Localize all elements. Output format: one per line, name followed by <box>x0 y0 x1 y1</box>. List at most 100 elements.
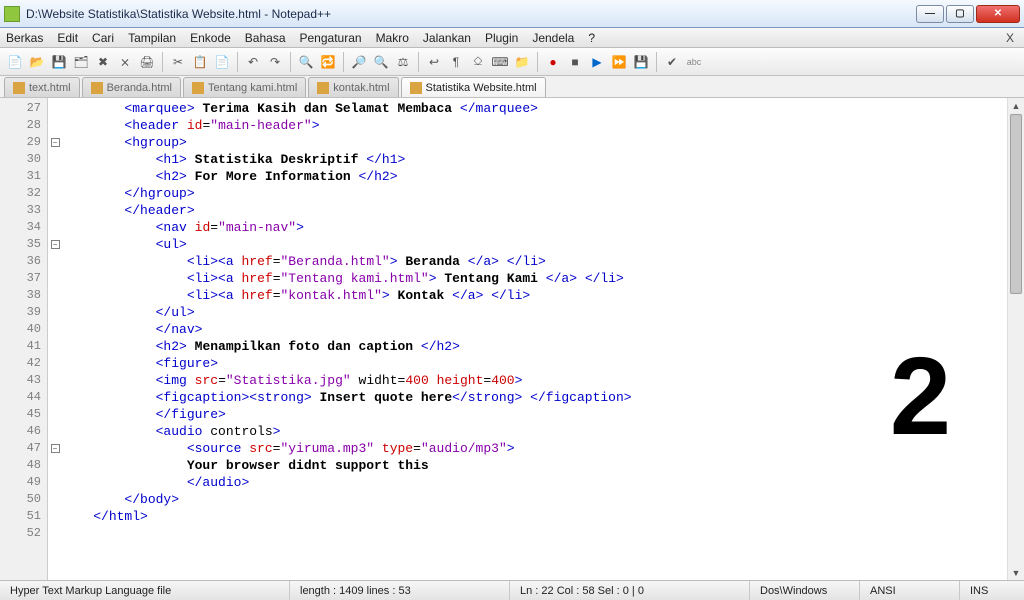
fold-marker[interactable] <box>48 185 62 202</box>
code-line[interactable]: </nav> <box>62 321 1007 338</box>
code-line[interactable]: </ul> <box>62 304 1007 321</box>
open-file-icon[interactable]: 📂 <box>27 52 47 72</box>
code-line[interactable]: <figure> <box>62 355 1007 372</box>
tab-tentang[interactable]: Tentang kami.html <box>183 77 306 97</box>
code-line[interactable]: </html> <box>62 508 1007 525</box>
fold-marker[interactable] <box>48 151 62 168</box>
code-line[interactable]: <ul> <box>62 236 1007 253</box>
new-file-icon[interactable]: 📄 <box>5 52 25 72</box>
close-all-icon[interactable]: ⨯ <box>115 52 135 72</box>
fold-marker[interactable] <box>48 219 62 236</box>
user-lang-icon[interactable]: ⌨ <box>490 52 510 72</box>
menu-cari[interactable]: Cari <box>92 31 114 45</box>
undo-icon[interactable]: ↶ <box>243 52 263 72</box>
copy-icon[interactable]: 📋 <box>190 52 210 72</box>
fold-marker[interactable] <box>48 202 62 219</box>
zoom-in-icon[interactable]: 🔎 <box>349 52 369 72</box>
code-line[interactable]: <li><a href="kontak.html"> Kontak </a> <… <box>62 287 1007 304</box>
redo-icon[interactable]: ↷ <box>265 52 285 72</box>
indent-guide-icon[interactable]: ⎐ <box>468 52 488 72</box>
code-line[interactable]: <h1> Statistika Deskriptif </h1> <box>62 151 1007 168</box>
fold-marker[interactable] <box>48 355 62 372</box>
code-line[interactable]: <nav id="main-nav"> <box>62 219 1007 236</box>
fold-marker[interactable] <box>48 304 62 321</box>
code-line[interactable]: <hgroup> <box>62 134 1007 151</box>
menu-enkode[interactable]: Enkode <box>190 31 231 45</box>
code-line[interactable]: <img src="Statistika.jpg" widht=400 heig… <box>62 372 1007 389</box>
tab-beranda[interactable]: Beranda.html <box>82 77 181 97</box>
scroll-down-icon[interactable]: ▼ <box>1008 565 1024 580</box>
fold-marker[interactable] <box>48 338 62 355</box>
save-all-icon[interactable]: 🗂 <box>71 52 91 72</box>
print-icon[interactable]: 🖨 <box>137 52 157 72</box>
fold-marker[interactable] <box>48 406 62 423</box>
save-icon[interactable]: 💾 <box>49 52 69 72</box>
replace-icon[interactable]: 🔁 <box>318 52 338 72</box>
tab-statistika[interactable]: Statistika Website.html <box>401 77 546 97</box>
spell-icon[interactable]: ✔ <box>662 52 682 72</box>
save-macro-icon[interactable]: 💾 <box>631 52 651 72</box>
tab-kontak[interactable]: kontak.html <box>308 77 398 97</box>
fold-marker[interactable] <box>48 100 62 117</box>
code-line[interactable]: <li><a href="Tentang kami.html"> Tentang… <box>62 270 1007 287</box>
code-line[interactable] <box>62 525 1007 542</box>
code-line[interactable]: </body> <box>62 491 1007 508</box>
close-button[interactable]: ✕ <box>976 5 1020 23</box>
menu-makro[interactable]: Makro <box>376 31 409 45</box>
code-line[interactable]: <li><a href="Beranda.html"> Beranda </a>… <box>62 253 1007 270</box>
fold-marker[interactable]: − <box>48 236 62 253</box>
word-wrap-icon[interactable]: ↩ <box>424 52 444 72</box>
close-file-icon[interactable]: ✖ <box>93 52 113 72</box>
vertical-scrollbar[interactable]: ▲ ▼ <box>1007 98 1024 580</box>
paste-icon[interactable]: 📄 <box>212 52 232 72</box>
record-macro-icon[interactable]: ● <box>543 52 563 72</box>
menu-plugin[interactable]: Plugin <box>485 31 518 45</box>
code-line[interactable]: <h2> For More Information </h2> <box>62 168 1007 185</box>
fold-marker[interactable] <box>48 321 62 338</box>
code-line[interactable]: </header> <box>62 202 1007 219</box>
fold-marker[interactable]: − <box>48 134 62 151</box>
fold-marker[interactable] <box>48 287 62 304</box>
fold-marker[interactable] <box>48 270 62 287</box>
spell2-icon[interactable]: abc <box>684 52 704 72</box>
folder-icon[interactable]: 📁 <box>512 52 532 72</box>
menu-edit[interactable]: Edit <box>57 31 78 45</box>
show-chars-icon[interactable]: ¶ <box>446 52 466 72</box>
code-line[interactable]: <figcaption><strong> Insert quote here</… <box>62 389 1007 406</box>
fold-marker[interactable] <box>48 117 62 134</box>
code-line[interactable]: Your browser didnt support this <box>62 457 1007 474</box>
code-line[interactable]: <header id="main-header"> <box>62 117 1007 134</box>
code-line[interactable]: <h2> Menampilkan foto dan caption </h2> <box>62 338 1007 355</box>
stop-macro-icon[interactable]: ■ <box>565 52 585 72</box>
scroll-up-icon[interactable]: ▲ <box>1008 98 1024 113</box>
fold-marker[interactable] <box>48 457 62 474</box>
fold-marker[interactable] <box>48 474 62 491</box>
zoom-out-icon[interactable]: 🔍 <box>371 52 391 72</box>
fold-marker[interactable] <box>48 423 62 440</box>
code-line[interactable]: </audio> <box>62 474 1007 491</box>
fold-marker[interactable] <box>48 491 62 508</box>
fold-marker[interactable] <box>48 168 62 185</box>
menu-close-x[interactable]: X <box>1006 31 1014 45</box>
fold-marker[interactable] <box>48 525 62 542</box>
fold-marker[interactable]: − <box>48 440 62 457</box>
code-line[interactable]: <marquee> Terima Kasih dan Selamat Memba… <box>62 100 1007 117</box>
tab-text[interactable]: text.html <box>4 77 80 97</box>
fold-marker[interactable] <box>48 253 62 270</box>
sync-icon[interactable]: ⚖ <box>393 52 413 72</box>
menu-berkas[interactable]: Berkas <box>6 31 43 45</box>
maximize-button[interactable]: ▢ <box>946 5 974 23</box>
scroll-thumb[interactable] <box>1010 114 1022 294</box>
code-line[interactable]: <audio controls> <box>62 423 1007 440</box>
menu-jalankan[interactable]: Jalankan <box>423 31 471 45</box>
menu-help[interactable]: ? <box>588 31 595 45</box>
menu-tampilan[interactable]: Tampilan <box>128 31 176 45</box>
code-line[interactable]: </figure> <box>62 406 1007 423</box>
code-line[interactable]: <source src="yiruma.mp3" type="audio/mp3… <box>62 440 1007 457</box>
menu-jendela[interactable]: Jendela <box>532 31 574 45</box>
find-icon[interactable]: 🔍 <box>296 52 316 72</box>
play-macro-icon[interactable]: ▶ <box>587 52 607 72</box>
code-line[interactable]: </hgroup> <box>62 185 1007 202</box>
menu-pengaturan[interactable]: Pengaturan <box>300 31 362 45</box>
fold-marker[interactable] <box>48 389 62 406</box>
